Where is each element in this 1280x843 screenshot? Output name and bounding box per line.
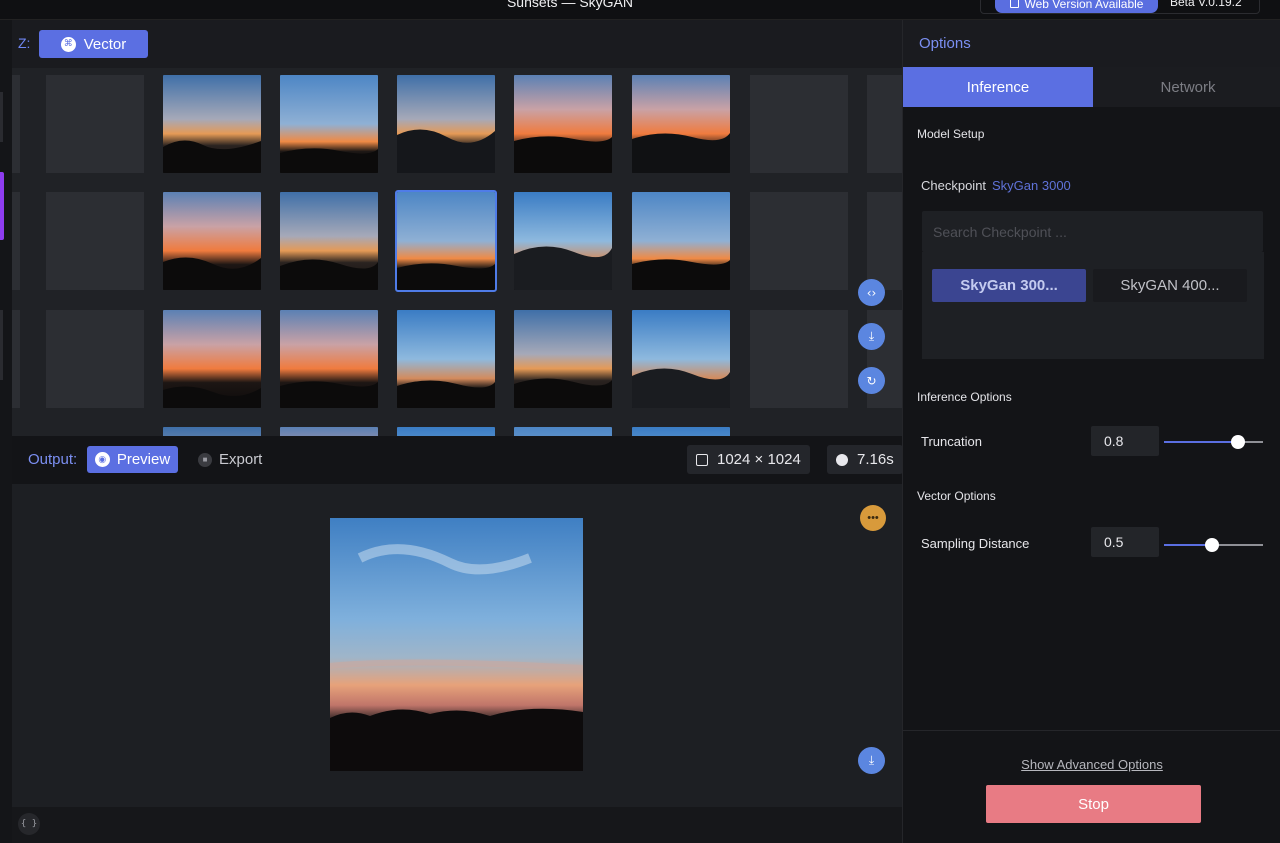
grid-tile-empty (750, 310, 848, 408)
options-panel: Options Inference Network Model Setup Ch… (902, 20, 1280, 843)
window-icon (1009, 0, 1019, 8)
clock-icon (836, 453, 848, 466)
title-bar: Sunsets — SkyGAN Web Version Available B… (0, 0, 1280, 20)
search-placeholder: Search Checkpoint ... (933, 224, 1067, 240)
refresh-icon[interactable]: ↻ (858, 367, 885, 394)
tab-inference[interactable]: Inference (903, 67, 1093, 107)
export-label: Export (219, 451, 263, 468)
status-bar: { } (12, 807, 902, 843)
export-icon: ■ (198, 452, 212, 467)
grid-tile-empty (46, 75, 144, 173)
time-chip: 7.16s (827, 445, 903, 474)
options-tabs: Inference Network (903, 67, 1280, 107)
sampling-distance-label: Sampling Distance (921, 536, 1030, 551)
z-toolbar: Z: ⌘ Vector (12, 20, 902, 68)
grid-tile-empty (46, 310, 144, 408)
sampling-distance-slider[interactable] (1164, 538, 1263, 552)
grid-tile-image[interactable] (280, 427, 378, 436)
grid-tile-image[interactable] (397, 310, 495, 408)
z-label: Z: (18, 35, 31, 51)
grid-tile-empty (750, 75, 848, 173)
grid-tile-image[interactable] (163, 192, 261, 290)
options-title: Options (919, 35, 971, 52)
checkpoint-label: Checkpoint (921, 178, 987, 193)
time-value: 7.16s (857, 451, 894, 468)
grid-tile-empty (867, 75, 902, 173)
output-preview-image (330, 518, 583, 771)
grid-tile-empty (12, 75, 20, 173)
rail-segment (0, 310, 3, 380)
grid-tile-empty (46, 192, 144, 290)
export-button[interactable]: ■ Export (198, 446, 262, 473)
grid-tile-empty (12, 192, 20, 290)
grid-tile-image[interactable] (514, 427, 612, 436)
grid-tile-image[interactable] (632, 75, 730, 173)
checkpoint-search-input[interactable]: Search Checkpoint ... (922, 211, 1263, 252)
grid-tile-image[interactable] (514, 192, 612, 290)
rail-segment (0, 92, 3, 142)
truncation-slider[interactable] (1164, 435, 1263, 449)
grid-tile-empty (12, 310, 20, 408)
grid-tile-image[interactable] (632, 192, 730, 290)
checkpoint-value: SkyGan 3000 (992, 178, 1071, 193)
output-label: Output: (28, 451, 78, 468)
download-icon[interactable]: ⤓ (858, 323, 885, 350)
preview-area: ••• ⤓ (12, 484, 902, 807)
checkpoint-list: SkyGan 300... SkyGAN 400... (922, 252, 1264, 359)
truncation-slider-knob[interactable] (1231, 435, 1246, 449)
checkpoint-option[interactable]: SkyGAN 400... (1093, 269, 1247, 302)
grid-tile-image[interactable] (397, 427, 495, 436)
braces-icon[interactable]: { } (18, 813, 40, 835)
grid-tile-image[interactable] (280, 75, 378, 173)
code-icon[interactable]: ‹› (858, 279, 885, 306)
options-footer: Show Advanced Options Stop (903, 730, 1280, 843)
grid-tile-empty (867, 192, 902, 290)
window-title: Sunsets — SkyGAN (506, 0, 634, 10)
grid-tile-empty (750, 192, 848, 290)
web-version-label: Web Version Available (1024, 0, 1144, 11)
vector-mode-label: Vector (83, 35, 127, 53)
latent-grid: ‹› ⤓ ↻ (12, 68, 902, 436)
grid-tile-image[interactable] (163, 310, 261, 408)
eye-icon: ◉ (94, 452, 110, 467)
truncation-slider-fill (1164, 441, 1239, 443)
grid-tile-image[interactable] (280, 310, 378, 408)
grid-tile-image[interactable] (397, 75, 495, 173)
grid-tile-image[interactable] (163, 75, 261, 173)
version-label: Beta V.0.19.2 (1170, 0, 1242, 9)
preview-label: Preview (116, 451, 171, 468)
grid-tile-image[interactable] (632, 427, 730, 436)
grid-tile-image[interactable] (514, 75, 612, 173)
resolution-value: 1024 × 1024 (717, 451, 801, 468)
preview-button[interactable]: ◉ Preview (87, 446, 178, 473)
show-advanced-options-link[interactable]: Show Advanced Options (903, 757, 1280, 772)
checkpoint-option-active[interactable]: SkyGan 300... (932, 269, 1086, 302)
left-rail (0, 20, 12, 843)
stop-button[interactable]: Stop (986, 785, 1201, 823)
vector-mode-button[interactable]: ⌘ Vector (39, 30, 148, 58)
grid-tile-image[interactable] (163, 427, 261, 436)
app-window: Sunsets — SkyGAN Web Version Available B… (0, 0, 1280, 843)
sampling-slider-knob[interactable] (1204, 538, 1219, 552)
output-toolbar: Output: ◉ Preview ■ Export 1024 × 1024 7… (12, 436, 903, 484)
truncation-input[interactable]: 0.8 (1091, 426, 1159, 456)
tab-network[interactable]: Network (1093, 67, 1280, 107)
vector-options-title: Vector Options (917, 489, 996, 503)
truncation-label: Truncation (921, 434, 982, 449)
grid-tile-image[interactable] (280, 192, 378, 290)
inference-options-title: Inference Options (917, 390, 1012, 404)
preview-download-icon[interactable]: ⤓ (858, 747, 885, 774)
comment-icon[interactable]: ••• (860, 505, 886, 531)
model-setup-title: Model Setup (917, 127, 985, 141)
grid-tile-image[interactable] (514, 310, 612, 408)
vector-icon: ⌘ (60, 36, 76, 52)
options-header: Options (903, 20, 1280, 67)
rail-active-indicator (0, 172, 4, 240)
resolution-chip: 1024 × 1024 (687, 445, 810, 474)
grid-tile-selected[interactable] (395, 190, 497, 292)
grid-tile-image[interactable] (632, 310, 730, 408)
web-version-button[interactable]: Web Version Available (995, 0, 1158, 13)
resize-icon (696, 453, 708, 466)
sampling-distance-input[interactable]: 0.5 (1091, 527, 1159, 557)
